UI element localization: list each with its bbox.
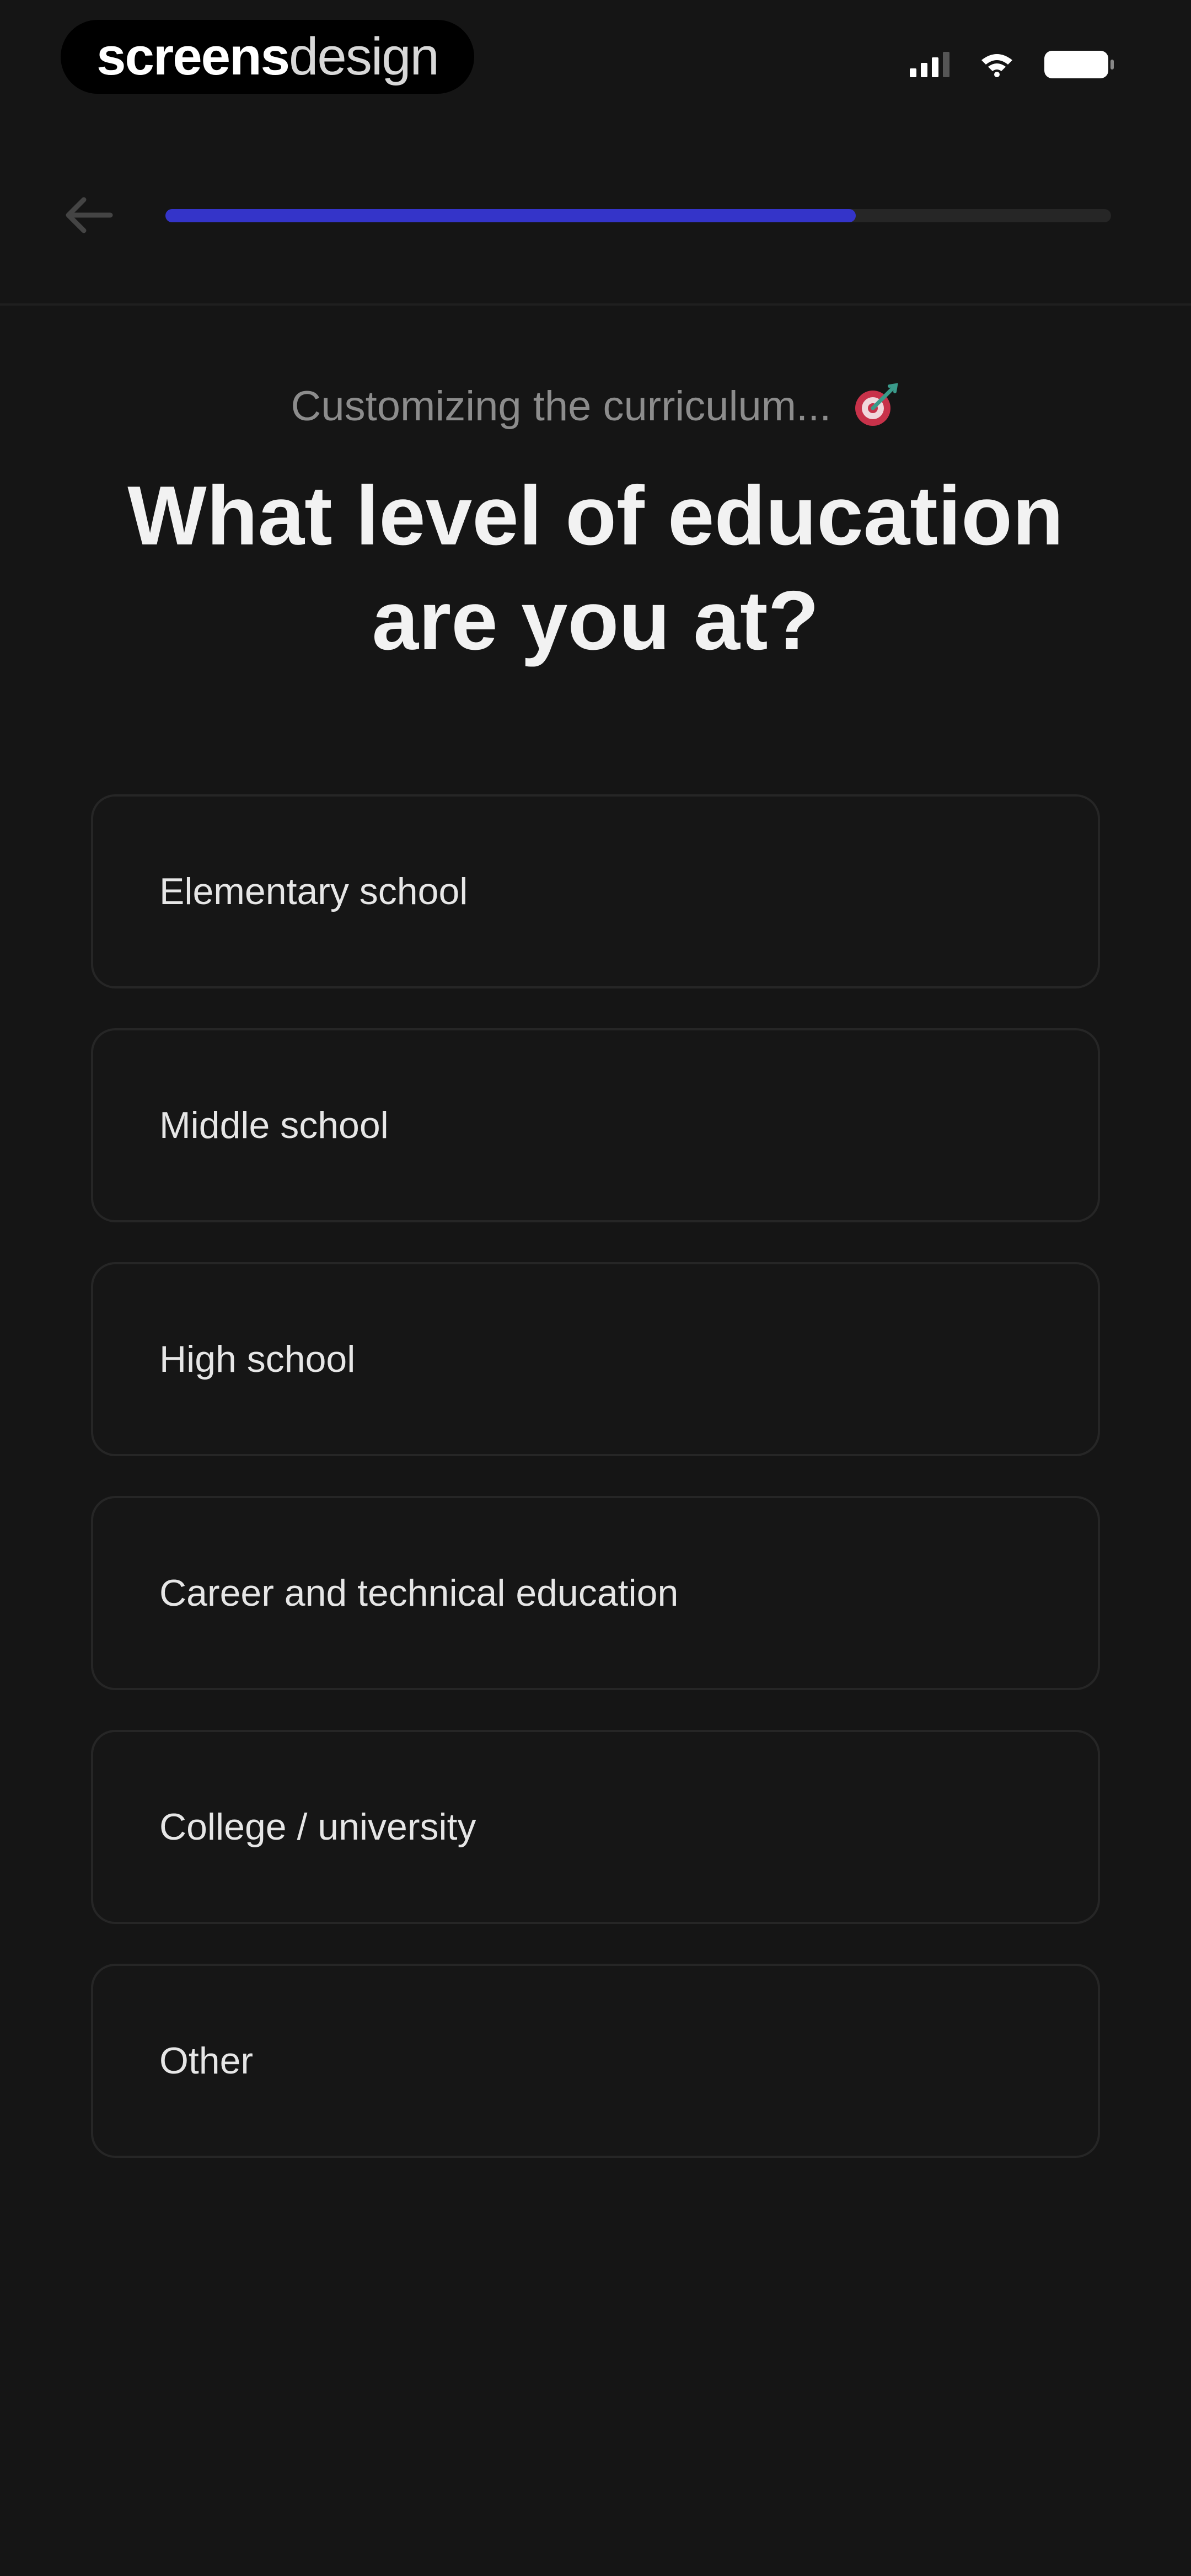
option-label: Elementary school: [159, 870, 468, 912]
battery-icon: [1044, 51, 1114, 78]
progress-bar: [165, 209, 1111, 222]
brand-logo-part1: screens: [96, 27, 290, 86]
option-label: College / university: [159, 1806, 476, 1848]
option-other[interactable]: Other: [91, 1964, 1100, 2158]
header-divider: [0, 303, 1191, 306]
status-icons: [910, 51, 1114, 78]
progress-fill: [165, 209, 856, 222]
target-icon: [855, 383, 898, 426]
subtitle-text: Customizing the curriculum...: [291, 383, 831, 430]
education-options: Elementary school Middle school High sch…: [91, 794, 1100, 2198]
signal-icon: [910, 52, 949, 77]
back-button[interactable]: [61, 193, 116, 237]
status-bar: screens design: [0, 0, 1191, 127]
option-middle-school[interactable]: Middle school: [91, 1028, 1100, 1222]
page-title: What level of education are you at?: [127, 469, 1064, 667]
option-label: High school: [159, 1338, 356, 1380]
option-label: Career and technical education: [159, 1572, 679, 1614]
brand-logo: screens design: [61, 20, 474, 94]
arrow-left-icon: [66, 197, 113, 233]
option-elementary-school[interactable]: Elementary school: [91, 794, 1100, 988]
wifi-icon: [981, 54, 1012, 77]
subtitle: Customizing the curriculum...: [0, 381, 1191, 430]
option-label: Middle school: [159, 1104, 389, 1146]
option-college-university[interactable]: College / university: [91, 1730, 1100, 1924]
option-career-technical[interactable]: Career and technical education: [91, 1496, 1100, 1690]
brand-logo-part2: design: [289, 27, 439, 86]
option-high-school[interactable]: High school: [91, 1262, 1100, 1456]
option-label: Other: [159, 2040, 254, 2082]
